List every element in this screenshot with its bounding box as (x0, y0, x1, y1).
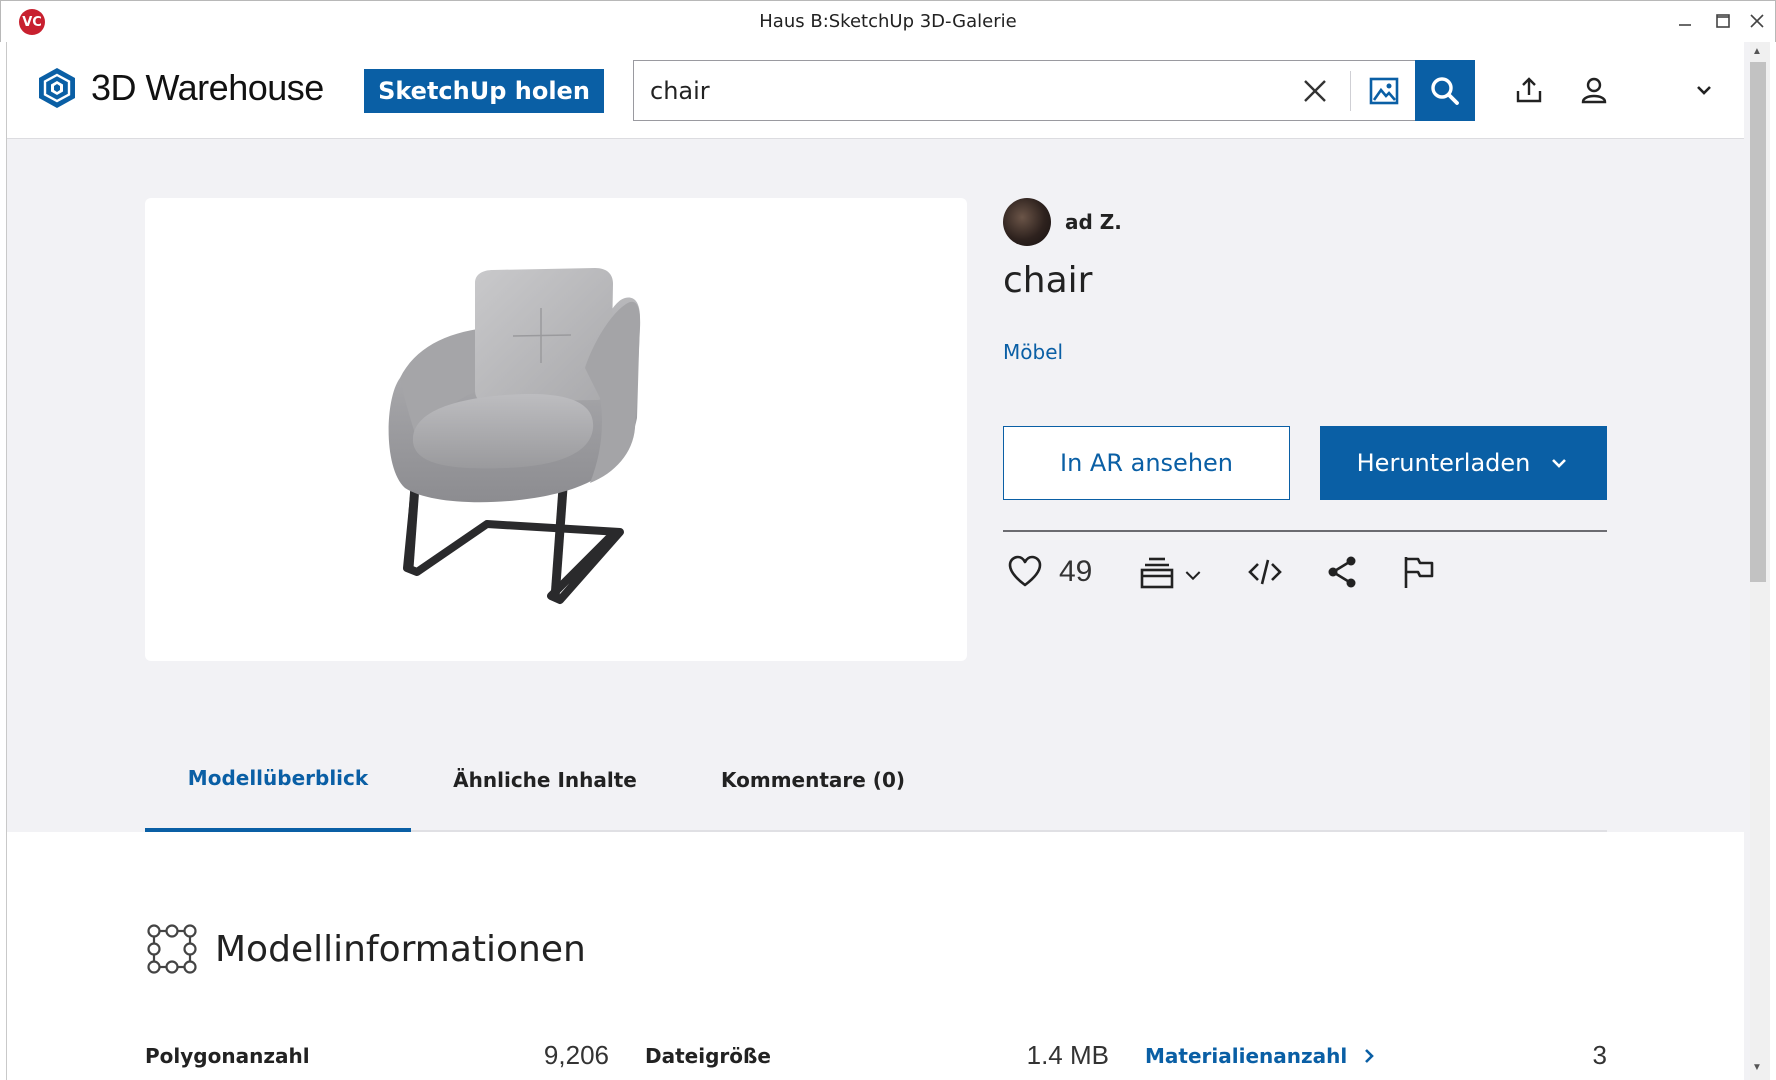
model-overview-panel: Modellinformationen Polygonanzahl 9,206 … (7, 832, 1744, 1080)
view-in-ar-button[interactable]: In AR ansehen (1003, 426, 1290, 500)
logo[interactable]: 3D Warehouse (35, 66, 324, 110)
user-icon (1581, 77, 1607, 104)
like-button[interactable]: 49 (1007, 554, 1092, 590)
search-bar (633, 60, 1475, 121)
app-frame: 3D Warehouse SketchUp holen chair ad Z. … (6, 42, 1750, 1080)
search-icon (1431, 76, 1459, 105)
download-button[interactable]: Herunterladen (1320, 426, 1607, 500)
details-section: Modellinformationen Polygonanzahl 9,206 … (7, 728, 1744, 1080)
material-count-link[interactable]: Materialienanzahl (1145, 1044, 1377, 1068)
chevron-right-icon (1365, 1048, 1375, 1063)
close-icon (1304, 80, 1326, 102)
tab-model-overview[interactable]: Modellüberblick (145, 728, 411, 832)
scroll-down-arrow-icon[interactable]: ▼ (1752, 1062, 1764, 1074)
maximize-button[interactable] (1709, 7, 1737, 35)
flag-icon (1404, 557, 1434, 588)
share-icon (1328, 556, 1356, 588)
heart-icon (1008, 555, 1042, 587)
model-title: chair (1003, 260, 1093, 301)
model-preview[interactable] (145, 198, 967, 661)
maximize-icon (1716, 14, 1730, 28)
code-icon (1248, 559, 1282, 585)
tab-similar-content[interactable]: Ähnliche Inhalte (411, 728, 679, 832)
user-account-button[interactable] (1577, 73, 1611, 107)
minimize-button[interactable] (1671, 7, 1699, 35)
section-title: Modellinformationen (215, 928, 586, 970)
info-value: 3 (1592, 1040, 1607, 1070)
close-window-button[interactable] (1743, 7, 1771, 35)
image-icon (1369, 77, 1399, 105)
author-name[interactable]: ad Z. (1065, 210, 1122, 234)
material-count-row[interactable]: Materialienanzahl 3 (1145, 1028, 1607, 1080)
add-to-collection-button[interactable] (1139, 554, 1205, 590)
chevron-down-icon (1185, 571, 1201, 581)
tab-bar: Modellüberblick Ähnliche Inhalte Komment… (145, 728, 1607, 832)
tab-comments[interactable]: Kommentare (0) (679, 728, 947, 832)
author[interactable]: ad Z. (1003, 198, 1122, 246)
search-input[interactable] (650, 71, 1250, 111)
info-value: 9,206 (543, 1040, 609, 1070)
get-sketchup-button[interactable]: SketchUp holen (364, 69, 604, 113)
search-divider (1350, 71, 1351, 111)
chevron-down-icon (1697, 86, 1711, 95)
upload-icon (1516, 77, 1542, 103)
search-button[interactable] (1415, 60, 1475, 121)
file-size-row: Dateigröße 1.4 MB (645, 1028, 1109, 1080)
chair-model-image (388, 268, 641, 604)
action-divider (1003, 530, 1607, 532)
like-count: 49 (1059, 555, 1093, 588)
window-titlebar: VC Haus B:SketchUp 3D-Galerie (0, 0, 1776, 42)
warehouse-logo-icon (39, 68, 75, 108)
collection-icon (1140, 557, 1174, 589)
site-header: 3D Warehouse SketchUp holen (7, 42, 1744, 139)
info-label: Materialienanzahl (1145, 1043, 1348, 1068)
image-search-button[interactable] (1364, 71, 1404, 111)
model-info-icon (147, 924, 197, 974)
embed-button[interactable] (1247, 554, 1283, 590)
minimize-icon (1679, 24, 1691, 26)
logo-text: 3D Warehouse (91, 67, 324, 108)
chevron-down-icon (1552, 459, 1567, 468)
avatar[interactable] (1003, 198, 1051, 246)
share-button[interactable] (1324, 554, 1360, 590)
clear-search-button[interactable] (1299, 75, 1331, 107)
upload-button[interactable] (1512, 73, 1546, 107)
model-info-heading: Modellinformationen (145, 922, 586, 976)
report-button[interactable] (1401, 554, 1437, 590)
info-label: Polygonanzahl (145, 1043, 310, 1068)
window-title: Haus B:SketchUp 3D-Galerie (759, 11, 1017, 32)
scroll-up-arrow-icon[interactable]: ▲ (1752, 46, 1764, 58)
menu-dropdown-button[interactable] (1687, 73, 1721, 107)
close-icon (1750, 14, 1764, 28)
scrollbar-thumb[interactable] (1750, 62, 1766, 582)
info-label: Dateigröße (645, 1043, 771, 1068)
polygon-count-row: Polygonanzahl 9,206 (145, 1028, 609, 1080)
category-link[interactable]: Möbel (1003, 340, 1063, 364)
info-value: 1.4 MB (1026, 1040, 1109, 1070)
download-label: Herunterladen (1356, 449, 1531, 477)
